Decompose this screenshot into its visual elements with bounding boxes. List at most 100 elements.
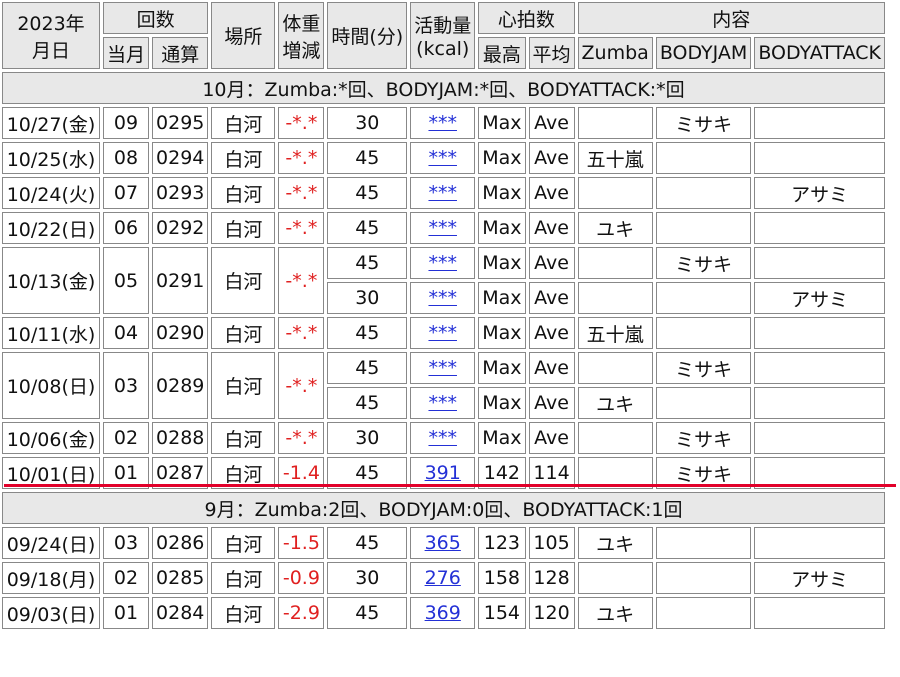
header-hr-max: 最高 — [478, 37, 526, 69]
month-summary-oct: 10月：Zumba:*回、BODYJAM:*回、BODYATTACK:*回 — [2, 72, 886, 104]
cell-hr-avg: Ave — [528, 142, 575, 174]
table-row: 09/18(月) 02 0285 白河 -0.9 30 276 158 128 … — [2, 562, 886, 594]
cell-time: 45 — [327, 317, 408, 349]
cell-date: 10/25(水) — [2, 142, 100, 174]
cell-time: 45 — [327, 352, 408, 384]
kcal-link[interactable]: 391 — [425, 462, 461, 484]
cell-time: 45 — [327, 247, 408, 279]
cell-hr-max: Max — [478, 177, 526, 209]
cell-date: 09/03(日) — [2, 597, 100, 629]
cell-bodyattack — [754, 422, 886, 454]
cell-bodyattack — [754, 527, 886, 559]
cell-hr-avg: Ave — [528, 282, 575, 314]
cell-bodyattack — [754, 352, 886, 384]
header-heart-rate: 心拍数 — [478, 2, 575, 34]
kcal-link[interactable]: 369 — [425, 602, 461, 624]
cell-zumba — [577, 422, 653, 454]
cell-hr-avg: Ave — [528, 212, 575, 244]
cell-bodyjam — [655, 142, 752, 174]
cell-month-count: 05 — [103, 247, 150, 314]
table-row: 10/24(火) 07 0293 白河 -*.* 45 *** Max Ave … — [2, 177, 886, 209]
table-row: 09/24(日) 03 0286 白河 -1.5 45 365 123 105 … — [2, 527, 886, 559]
cell-bodyattack — [754, 247, 886, 279]
cell-weight: -*.* — [278, 142, 325, 174]
cell-bodyattack — [754, 317, 886, 349]
cell-zumba: ユキ — [577, 597, 653, 629]
cell-hr-max: Max — [478, 142, 526, 174]
kcal-link[interactable]: *** — [428, 392, 457, 414]
cell-bodyattack — [754, 597, 886, 629]
kcal-link[interactable]: *** — [428, 322, 457, 344]
cell-bodyjam — [655, 282, 752, 314]
table-row: 10/08(日) 03 0289 白河 -*.* 45 *** Max Ave … — [2, 352, 886, 419]
cell-bodyattack: アサミ — [754, 562, 886, 594]
kcal-link[interactable]: *** — [428, 217, 457, 239]
cell-zumba: ユキ — [577, 387, 653, 419]
table-row: 10/25(水) 08 0294 白河 -*.* 45 *** Max Ave … — [2, 142, 886, 174]
cell-bodyjam: ミサキ — [655, 107, 752, 139]
cell-hr-max: 154 — [478, 597, 526, 629]
kcal-link[interactable]: *** — [428, 182, 457, 204]
kcal-link[interactable]: 365 — [425, 532, 461, 554]
cell-kcal: *** — [410, 107, 476, 139]
cell-date: 10/27(金) — [2, 107, 100, 139]
cell-time: 45 — [327, 212, 408, 244]
cell-month-count: 07 — [103, 177, 150, 209]
cell-date: 09/24(日) — [2, 527, 100, 559]
cell-kcal: 369 — [410, 597, 476, 629]
cell-hr-avg: Ave — [528, 317, 575, 349]
cell-total-count: 0285 — [152, 562, 209, 594]
cell-kcal: *** — [410, 247, 476, 279]
cell-month-count: 02 — [103, 562, 150, 594]
kcal-link[interactable]: *** — [428, 252, 457, 274]
cell-time: 45 — [327, 527, 408, 559]
cell-month-count: 01 — [103, 597, 150, 629]
header-weight: 体重 増減 — [278, 2, 325, 69]
cell-bodyjam — [655, 177, 752, 209]
header-activity: 活動量 (kcal) — [410, 2, 476, 69]
cell-bodyjam: ミサキ — [655, 247, 752, 279]
kcal-link[interactable]: 276 — [425, 567, 461, 589]
cell-place: 白河 — [211, 597, 276, 629]
kcal-link[interactable]: *** — [428, 147, 457, 169]
cell-bodyjam — [655, 527, 752, 559]
workout-log-table: 2023年 月日 回数 場所 体重 増減 時間(分) 活動量 (kcal) 心拍数 内… — [0, 0, 888, 632]
cell-zumba — [577, 107, 653, 139]
cell-total-count: 0292 — [152, 212, 209, 244]
kcal-link[interactable]: *** — [428, 427, 457, 449]
cell-hr-avg: Ave — [528, 247, 575, 279]
cell-time: 30 — [327, 422, 408, 454]
cell-month-count: 06 — [103, 212, 150, 244]
cell-bodyattack: アサミ — [754, 177, 886, 209]
cell-kcal: *** — [410, 212, 476, 244]
cell-time: 45 — [327, 177, 408, 209]
cell-total-count: 0295 — [152, 107, 209, 139]
cell-place: 白河 — [211, 142, 276, 174]
header-date: 2023年 月日 — [2, 2, 100, 69]
cell-zumba — [577, 282, 653, 314]
header-bodyattack: BODYATTACK — [754, 37, 886, 69]
divider-line — [4, 484, 896, 487]
cell-zumba: ユキ — [577, 212, 653, 244]
cell-kcal: *** — [410, 387, 476, 419]
header-count: 回数 — [103, 2, 209, 34]
cell-bodyjam — [655, 212, 752, 244]
header-zumba: Zumba — [577, 37, 653, 69]
kcal-link[interactable]: *** — [428, 112, 457, 134]
cell-time: 45 — [327, 597, 408, 629]
cell-total-count: 0293 — [152, 177, 209, 209]
cell-zumba: ユキ — [577, 527, 653, 559]
cell-weight: -*.* — [278, 212, 325, 244]
cell-weight: -*.* — [278, 247, 325, 314]
cell-kcal: 365 — [410, 527, 476, 559]
cell-weight: -2.9 — [278, 597, 325, 629]
kcal-link[interactable]: *** — [428, 287, 457, 309]
cell-place: 白河 — [211, 422, 276, 454]
cell-weight: -*.* — [278, 317, 325, 349]
cell-bodyjam — [655, 317, 752, 349]
cell-kcal: *** — [410, 142, 476, 174]
cell-hr-avg: 120 — [528, 597, 575, 629]
cell-hr-avg: Ave — [528, 352, 575, 384]
kcal-link[interactable]: *** — [428, 357, 457, 379]
cell-date: 10/08(日) — [2, 352, 100, 419]
